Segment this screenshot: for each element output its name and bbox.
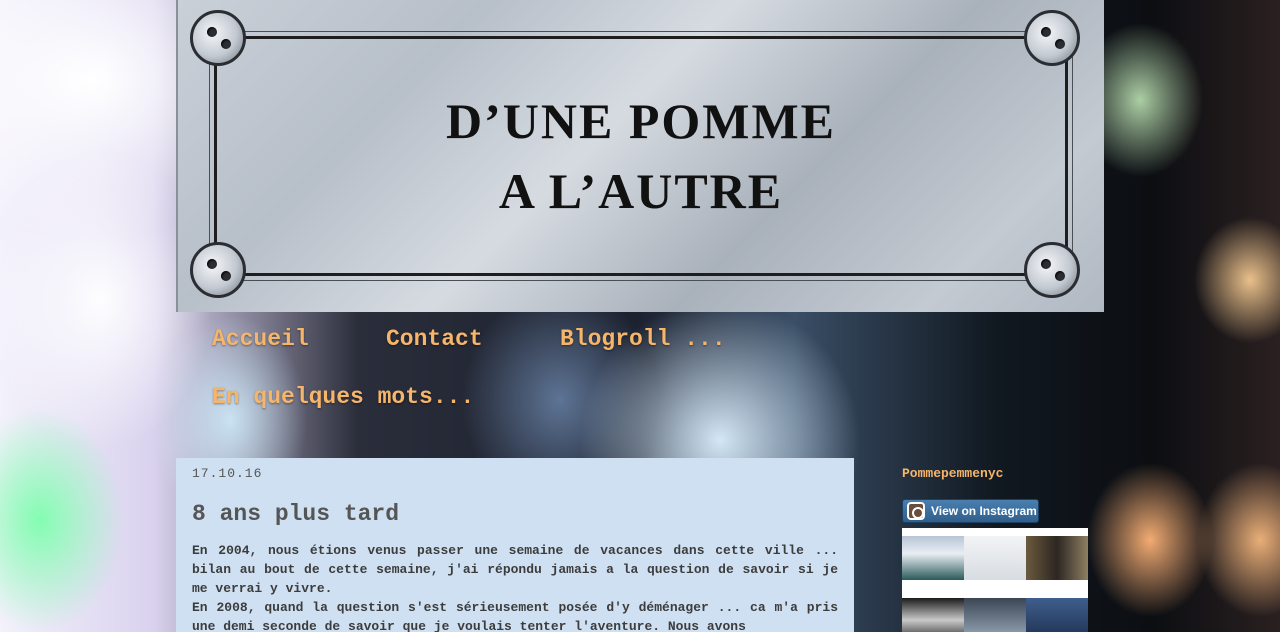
instagram-icon: [907, 502, 925, 520]
nav-link-accueil[interactable]: Accueil: [212, 326, 309, 352]
screw-icon: [190, 242, 246, 298]
header-banner[interactable]: D’UNE POMME A L’AUTRE: [176, 0, 1104, 312]
instagram-thumbnail[interactable]: [964, 598, 1026, 632]
screw-icon: [1024, 10, 1080, 66]
instagram-button-label: View on Instagram: [931, 504, 1037, 518]
sidebar-widget-title: Pommepemmenyc: [902, 466, 1004, 481]
instagram-thumbnail[interactable]: [1026, 536, 1088, 580]
blog-title-line1: D’UNE POMME: [446, 93, 836, 149]
screw-icon: [1024, 242, 1080, 298]
post-date: 17.10.16: [192, 466, 263, 481]
nav-link-en-quelques-mots[interactable]: En quelques mots...: [212, 384, 474, 410]
banner-frame: [209, 31, 1073, 281]
nav-link-blogroll[interactable]: Blogroll ...: [560, 326, 726, 352]
blog-post: 17.10.16 8 ans plus tard En 2004, nous é…: [176, 458, 854, 632]
post-paragraph: En 2008, quand la question s'est sérieus…: [192, 600, 838, 632]
instagram-thumbnail[interactable]: [964, 536, 1026, 580]
instagram-photo-grid: [902, 528, 1088, 632]
instagram-thumbnail[interactable]: [1026, 598, 1088, 632]
screw-icon: [190, 10, 246, 66]
view-on-instagram-button[interactable]: View on Instagram: [902, 499, 1039, 523]
blog-title-line2: A L’AUTRE: [498, 163, 784, 219]
instagram-thumbnail[interactable]: [902, 598, 964, 632]
instagram-thumbnail[interactable]: [902, 536, 964, 580]
post-paragraph: En 2004, nous étions venus passer une se…: [192, 543, 838, 596]
post-title[interactable]: 8 ans plus tard: [192, 501, 838, 527]
nav-link-contact[interactable]: Contact: [386, 326, 483, 352]
